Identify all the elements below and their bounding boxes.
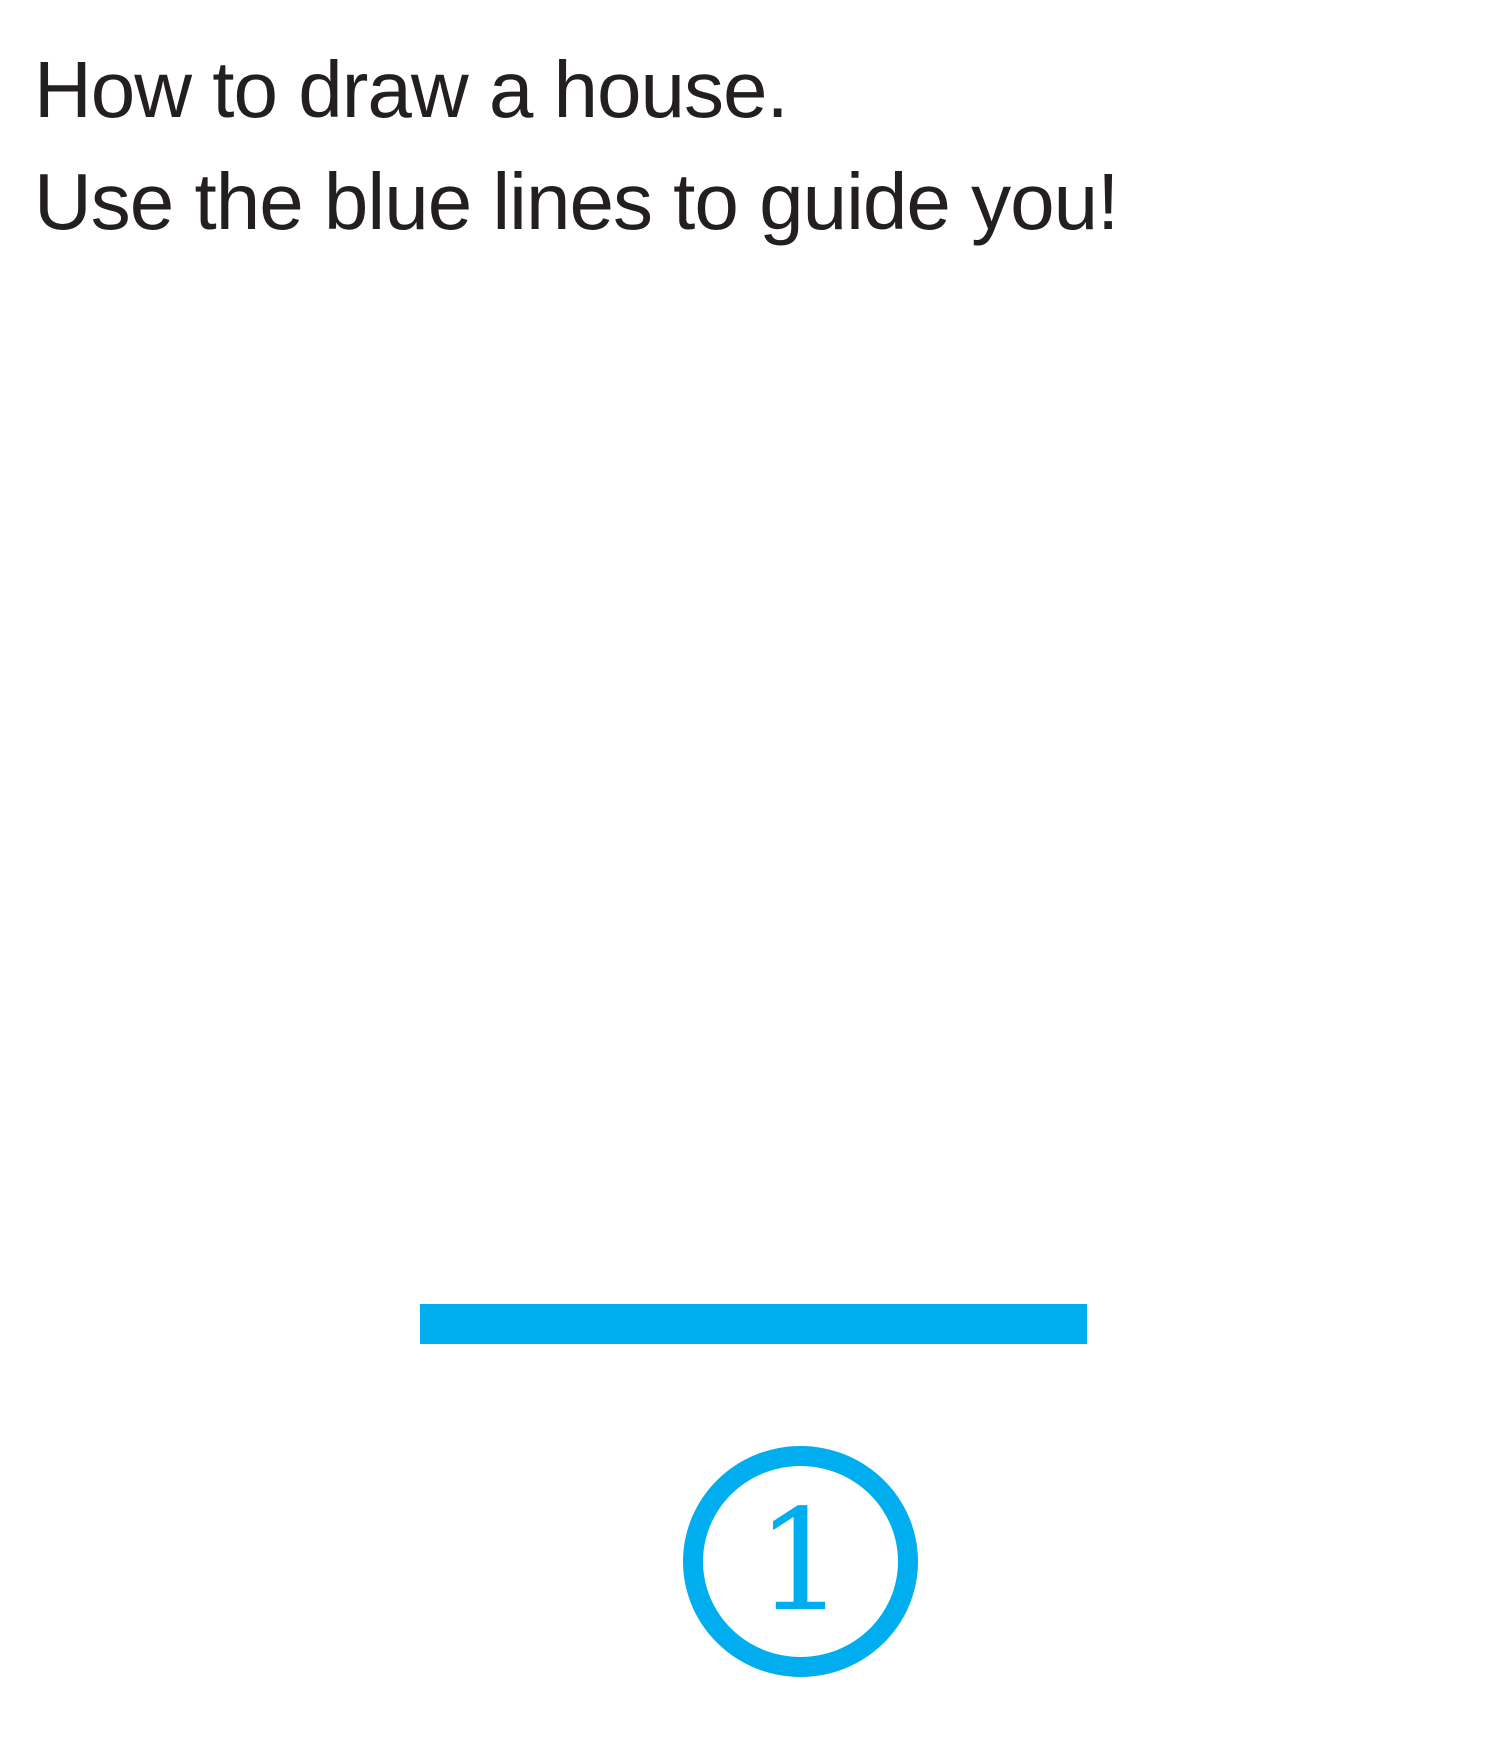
- step-number: 1: [755, 1479, 846, 1643]
- step-number-badge: 1: [683, 1446, 918, 1677]
- instructions-heading: How to draw a house. Use the blue lines …: [34, 34, 1119, 258]
- blue-guide-line: [420, 1304, 1087, 1344]
- instructions-line-1: How to draw a house.: [34, 45, 789, 134]
- instructions-line-2: Use the blue lines to guide you!: [34, 157, 1119, 246]
